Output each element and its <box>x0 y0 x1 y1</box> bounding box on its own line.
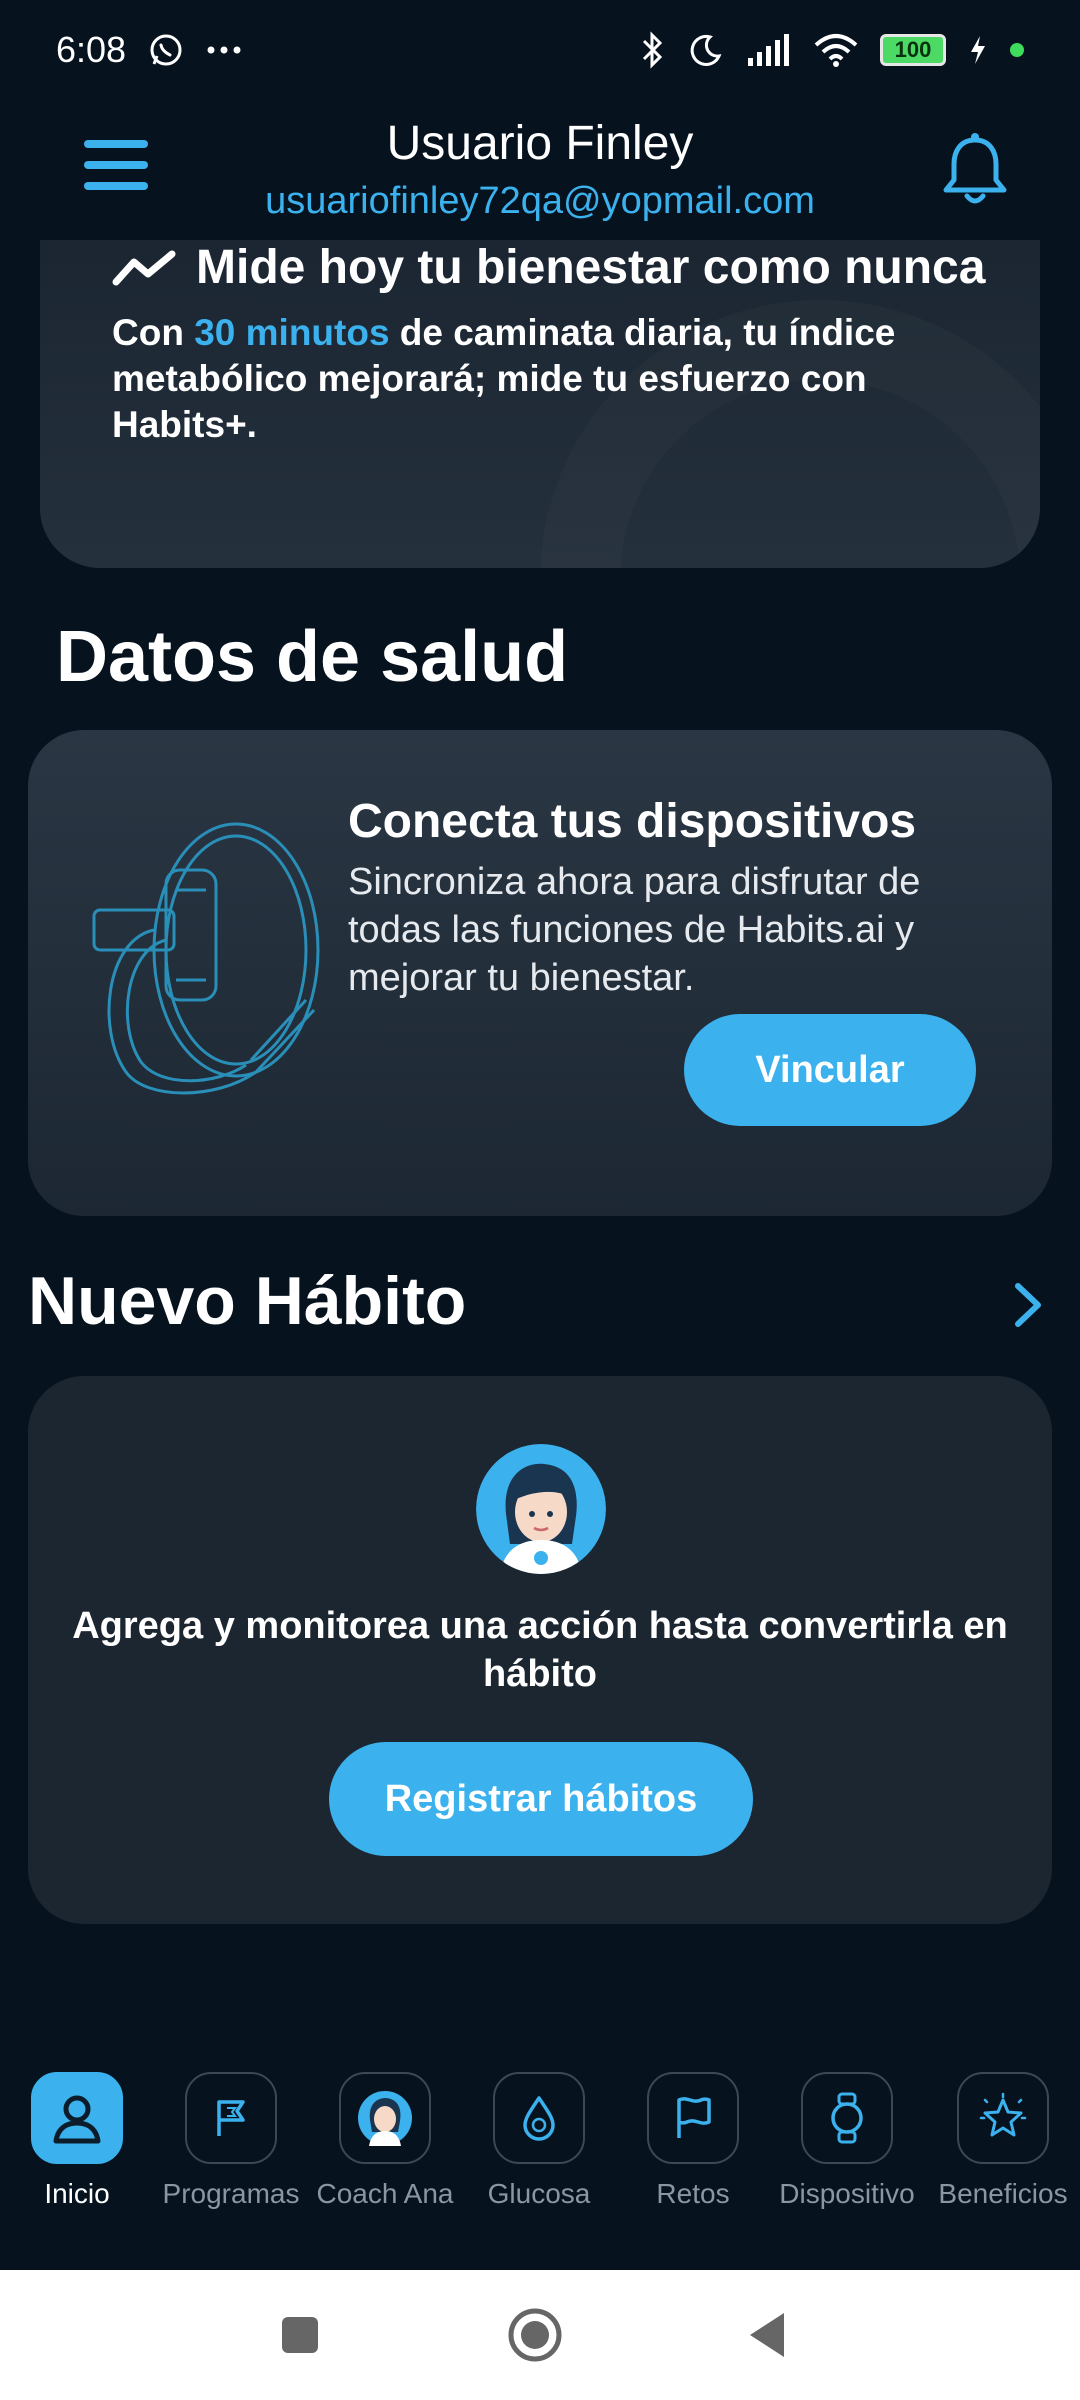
user-icon <box>53 2095 101 2144</box>
charging-icon <box>971 36 985 64</box>
nav-label-coach-ana: Coach Ana <box>316 2178 454 2209</box>
fitness-band-illustration <box>92 822 320 1095</box>
nav-label-programas: Programas <box>162 2178 300 2209</box>
nav-item-glucosa[interactable]: Glucosa <box>462 2072 616 2210</box>
coach-avatar-icon <box>358 2091 412 2146</box>
user-name: Usuario Finley <box>386 117 694 170</box>
status-bar: 6:08 100 <box>0 0 1080 100</box>
nav-label-dispositivo: Dispositivo <box>779 2178 915 2209</box>
nav-icon-box <box>493 2072 585 2164</box>
battery-icon: 100 <box>880 34 946 66</box>
recent-apps-icon[interactable] <box>270 2305 330 2365</box>
nav-item-inicio[interactable]: Inicio <box>0 2072 154 2210</box>
habit-description: Agrega y monitorea una acción hasta conv… <box>72 1605 1008 1695</box>
home-icon[interactable] <box>505 2305 565 2365</box>
privacy-dot <box>1010 43 1024 57</box>
nav-label-glucosa: Glucosa <box>487 2178 591 2209</box>
signal-icon <box>748 34 789 66</box>
nav-item-retos[interactable]: Retos <box>616 2072 770 2210</box>
wellness-title-text: Mide hoy tu bienestar como nunca <box>196 241 986 294</box>
bluetooth-icon <box>642 31 663 69</box>
whatsapp-icon <box>150 34 182 66</box>
system-navigation-bar <box>0 2270 1080 2400</box>
nav-label-retos: Retos <box>656 2178 730 2209</box>
back-icon[interactable] <box>740 2305 800 2365</box>
user-email: usuariofinley72qa@yopmail.com <box>265 180 815 222</box>
flag-outline-icon <box>677 2097 711 2138</box>
wellness-highlight: 30 minutos <box>194 312 390 353</box>
coach-avatar <box>476 1444 606 1574</box>
flag-icon <box>217 2100 245 2136</box>
app-header: Usuario Finley usuariofinley72qa@yopmail… <box>0 100 1080 240</box>
wellness-text-prefix: Con <box>112 312 195 353</box>
bell-icon[interactable] <box>940 130 1010 210</box>
moon-icon <box>690 34 722 66</box>
bottom-navigation: Inicio Programas Coach Ana Glucosa Retos… <box>0 2030 1080 2270</box>
nav-label-beneficios: Beneficios <box>938 2178 1068 2209</box>
status-right: 100 <box>640 31 1024 69</box>
habit-section-title: Nuevo Hábito <box>28 1263 467 1339</box>
nav-icon-box <box>339 2072 431 2164</box>
star-badge-icon <box>979 2092 1027 2137</box>
trend-icon <box>112 250 176 285</box>
status-time: 6:08 <box>56 29 127 70</box>
devices-description: Sincroniza ahora para disfrutar de todas… <box>348 861 921 999</box>
wellness-title: Mide hoy tu bienestar como nunca <box>112 240 985 295</box>
new-habit-card: Agrega y monitorea una acción hasta conv… <box>28 1376 1052 1924</box>
wellness-card[interactable]: Mide hoy tu bienestar como nunca Con 30 … <box>40 240 1040 568</box>
nav-icon-box <box>801 2072 893 2164</box>
health-section-title: Datos de salud <box>56 617 569 697</box>
drop-icon <box>523 2096 555 2141</box>
wellness-text: Con 30 minutos de caminata diaria, tu ín… <box>112 310 972 448</box>
status-left: 6:08 <box>56 29 242 71</box>
wifi-icon <box>814 34 858 67</box>
chevron-right-icon[interactable] <box>1008 1280 1048 1330</box>
more-icon <box>207 46 241 54</box>
nav-icon-box <box>647 2072 739 2164</box>
nav-icon-box <box>957 2072 1049 2164</box>
nav-icon-box <box>31 2072 123 2164</box>
nav-item-programas[interactable]: Programas <box>154 2072 308 2210</box>
nav-label-inicio: Inicio <box>44 2178 110 2209</box>
nav-item-beneficios[interactable]: Beneficios <box>926 2072 1080 2210</box>
connect-devices-card: Conecta tus dispositivos Sincroniza ahor… <box>28 730 1052 1216</box>
link-device-button[interactable]: Vincular <box>684 1014 976 1126</box>
nav-item-dispositivo[interactable]: Dispositivo <box>770 2072 924 2210</box>
watch-icon <box>831 2092 863 2144</box>
register-habits-button[interactable]: Registrar hábitos <box>329 1742 753 1856</box>
nav-icon-box <box>185 2072 277 2164</box>
devices-title: Conecta tus dispositivos <box>348 795 917 848</box>
nav-item-coach-ana[interactable]: Coach Ana <box>308 2072 462 2210</box>
